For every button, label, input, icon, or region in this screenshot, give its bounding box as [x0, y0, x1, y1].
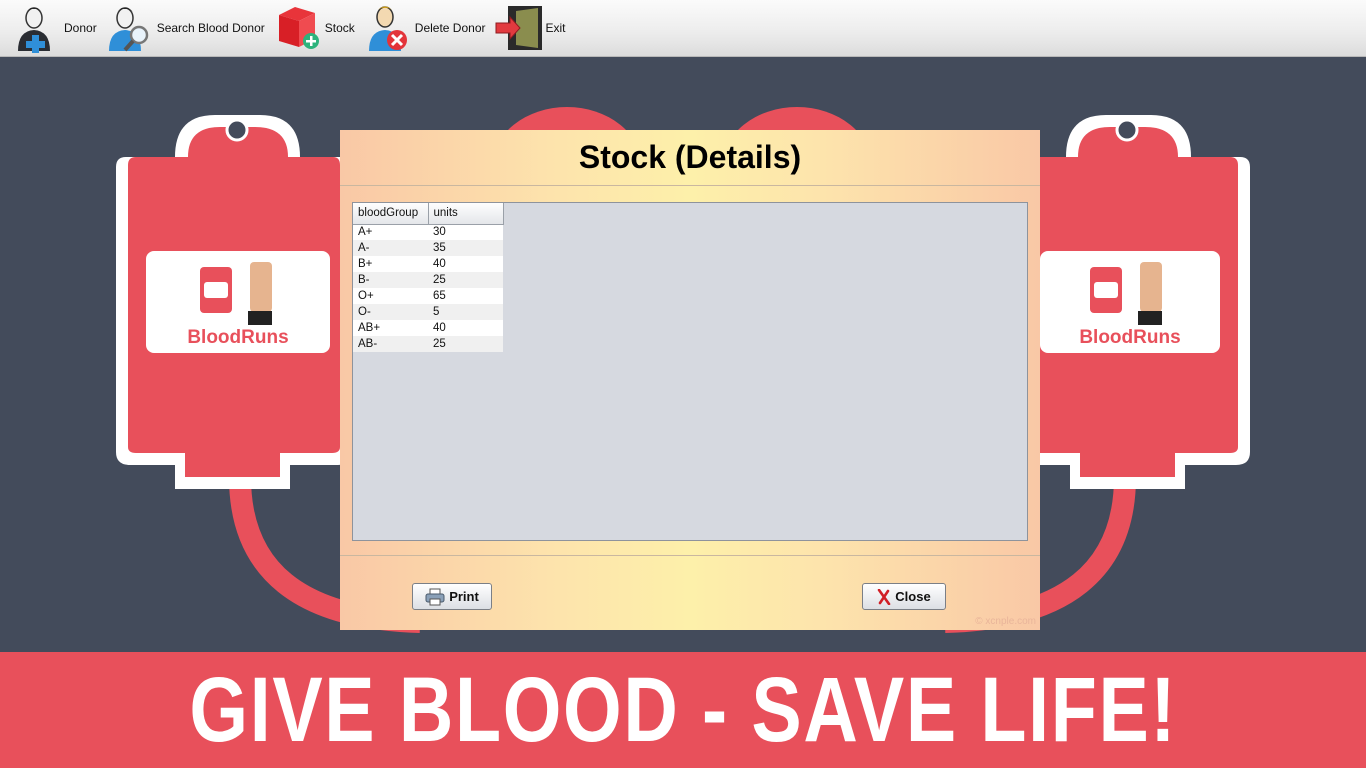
- donor-label: Donor: [64, 21, 97, 35]
- right-bag-brand: BloodRuns: [1079, 327, 1181, 348]
- exit-door-icon: [494, 3, 544, 53]
- close-icon: [877, 588, 891, 605]
- printer-icon: [425, 588, 445, 606]
- toolbar: Donor Search Blood Donor Stock Delete Do…: [0, 0, 1366, 57]
- delete-user-icon: [363, 3, 413, 53]
- column-header-units[interactable]: units: [428, 203, 504, 225]
- slogan-banner: GIVE BLOOD - SAVE LIFE!: [0, 652, 1366, 768]
- search-blood-donor-button[interactable]: Search Blood Donor: [105, 2, 265, 54]
- table-row[interactable]: B- 25: [353, 272, 503, 288]
- donor-button[interactable]: Donor: [12, 2, 97, 54]
- print-label: Print: [449, 589, 479, 604]
- stock-button[interactable]: Stock: [273, 2, 355, 54]
- units-cell: 40: [428, 256, 503, 272]
- close-button[interactable]: Close: [862, 583, 946, 610]
- table-row[interactable]: O- 5: [353, 304, 503, 320]
- slogan-text: GIVE BLOOD - SAVE LIFE!: [189, 658, 1177, 761]
- left-bag-brand: BloodRuns: [187, 327, 289, 348]
- dialog-separator: [340, 555, 1040, 556]
- stock-label: Stock: [324, 21, 355, 35]
- table-row[interactable]: A+ 30: [353, 224, 503, 240]
- search-user-icon: [105, 3, 155, 53]
- search-blood-donor-label: Search Blood Donor: [156, 21, 265, 35]
- blood-group-cell: AB+: [353, 320, 428, 336]
- units-cell: 25: [428, 336, 503, 352]
- close-label: Close: [895, 589, 931, 604]
- dialog-header: Stock (Details): [340, 130, 1040, 186]
- blood-group-cell: B-: [353, 272, 428, 288]
- add-user-icon: [12, 3, 62, 53]
- units-cell: 30: [428, 224, 503, 240]
- blood-group-cell: AB-: [353, 336, 428, 352]
- watermark: © xcnple.com: [975, 616, 1036, 627]
- blood-group-cell: O+: [353, 288, 428, 304]
- exit-button[interactable]: Exit: [494, 2, 566, 54]
- table-row[interactable]: AB- 25: [353, 336, 503, 352]
- units-cell: 65: [428, 288, 503, 304]
- table-row[interactable]: A- 35: [353, 240, 503, 256]
- table-row[interactable]: AB+ 40: [353, 320, 503, 336]
- delete-donor-button[interactable]: Delete Donor: [363, 2, 486, 54]
- print-button[interactable]: Print: [412, 583, 492, 610]
- stock-details-dialog: Stock (Details) bloodGroup units A+ 30 A-…: [340, 130, 1040, 630]
- stock-table: bloodGroup units A+ 30 A- 35 B+ 40 B- 25 O+ 6…: [353, 203, 504, 352]
- units-cell: 35: [428, 240, 503, 256]
- units-cell: 25: [428, 272, 503, 288]
- column-header-bloodgroup[interactable]: bloodGroup: [353, 203, 429, 225]
- blood-group-cell: A+: [353, 224, 428, 240]
- right-blood-bag: [1040, 115, 1250, 489]
- blood-group-cell: A-: [353, 240, 428, 256]
- exit-label: Exit: [545, 21, 566, 35]
- stock-table-pane[interactable]: bloodGroup units A+ 30 A- 35 B+ 40 B- 25 O+ 6…: [352, 202, 1028, 541]
- units-cell: 40: [428, 320, 503, 336]
- table-row[interactable]: B+ 40: [353, 256, 503, 272]
- units-cell: 5: [428, 304, 503, 320]
- blood-group-cell: O-: [353, 304, 428, 320]
- delete-donor-label: Delete Donor: [414, 21, 486, 35]
- stock-box-icon: [273, 3, 323, 53]
- left-blood-bag: [116, 115, 352, 489]
- blood-group-cell: B+: [353, 256, 428, 272]
- table-row[interactable]: O+ 65: [353, 288, 503, 304]
- dialog-title: Stock (Details): [578, 139, 802, 175]
